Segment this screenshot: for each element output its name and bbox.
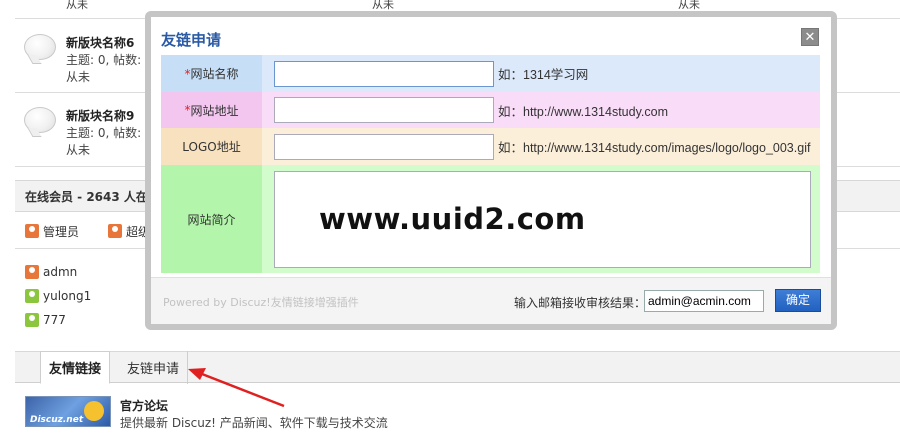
form-field: 如：1314学习网 <box>262 55 820 92</box>
username[interactable]: 777 <box>43 313 66 327</box>
super-mod-icon <box>108 224 122 238</box>
form-label: * 网站地址 <box>161 92 262 128</box>
tab-label: 友情链接 <box>49 362 102 377</box>
forum-stats: 主题: 0, 帖数: 0 <box>66 126 153 140</box>
link-apply-dialog: 友链申请 ✕ * 网站名称 如：1314学习网 * 网站地址 如：http://… <box>145 11 837 330</box>
email-label: 输入邮箱接收审核结果： <box>514 296 647 310</box>
forum-bubble-icon <box>24 107 56 133</box>
role-label: 管理员 <box>43 224 80 239</box>
red-arrow-annotation <box>188 368 285 408</box>
username[interactable]: admn <box>43 265 77 279</box>
form-label: * 网站名称 <box>161 55 262 92</box>
role-legend-item: 超级 <box>108 222 150 240</box>
online-members-title: 在线会员 - 2643 人在 <box>25 190 148 204</box>
watermark-text: www.uuid2.com <box>319 202 586 236</box>
email-input[interactable] <box>644 290 764 312</box>
logo-text: Discuz.net <box>30 415 84 425</box>
form-field: 如：http://www.1314study.com/images/logo/l… <box>262 128 820 165</box>
site-name-hint: 如：1314学习网 <box>498 68 589 82</box>
links-tab-bar: 友情链接 友链申请 <box>15 351 900 384</box>
sun-icon <box>84 401 104 421</box>
admin-user-icon <box>25 265 39 279</box>
confirm-button[interactable]: 确定 <box>775 289 821 312</box>
forum-last-post: 从未 <box>66 143 91 157</box>
form-field: 如：http://www.1314study.com <box>262 92 820 128</box>
form-row-site-desc: 网站简介 www.uuid2.com <box>161 165 820 273</box>
logo-url-input[interactable] <box>274 133 494 160</box>
label-text: 网站名称 <box>190 67 239 81</box>
online-user[interactable]: yulong1 <box>25 287 91 305</box>
dialog-title: 友链申请 <box>161 31 222 49</box>
member-icon <box>25 313 39 327</box>
online-user[interactable]: admn <box>25 263 77 281</box>
dialog-footer: Powered by Discuz!友情链接增强插件 输入邮箱接收审核结果： 确… <box>151 277 831 324</box>
tab-friend-links[interactable]: 友情链接 <box>40 351 111 384</box>
form-label: LOGO地址 <box>161 128 262 165</box>
role-legend-item: 管理员 <box>25 222 79 240</box>
discuz-logo[interactable]: Discuz.net <box>25 396 111 427</box>
logo-url-hint: 如：http://www.1314study.com/images/logo/l… <box>498 141 811 155</box>
username[interactable]: yulong1 <box>43 289 91 303</box>
link-site-desc: 提供最新 Discuz! 产品新闻、软件下载与技术交流 <box>120 416 388 430</box>
label-text: 网站地址 <box>190 103 239 118</box>
forum-name[interactable]: 新版块名称9 <box>66 107 134 124</box>
powered-by-text: Powered by Discuz!友情链接增强插件 <box>163 296 359 309</box>
site-desc-textarea[interactable]: www.uuid2.com <box>274 170 811 268</box>
tab-link-apply[interactable]: 友链申请 <box>119 351 189 384</box>
admin-user-icon <box>25 224 39 238</box>
member-icon <box>25 289 39 303</box>
tab-label: 友链申请 <box>127 362 180 377</box>
form-row-logo-url: LOGO地址 如：http://www.1314study.com/images… <box>161 128 820 165</box>
site-url-hint: 如：http://www.1314study.com <box>498 104 668 119</box>
link-site-name[interactable]: 官方论坛 <box>120 397 168 414</box>
label-text: LOGO地址 <box>182 140 241 154</box>
form-row-site-url: * 网站地址 如：http://www.1314study.com <box>161 92 820 128</box>
form-row-site-name: * 网站名称 如：1314学习网 <box>161 55 820 92</box>
forum-last-post: 从未 <box>66 0 88 11</box>
form-field: www.uuid2.com <box>262 165 820 273</box>
close-icon[interactable]: ✕ <box>801 28 819 46</box>
forum-last-post: 从未 <box>66 70 91 84</box>
forum-stats: 主题: 0, 帖数: 0 <box>66 53 153 67</box>
form-label: 网站简介 <box>161 165 262 273</box>
label-text: 网站简介 <box>187 212 236 227</box>
online-user[interactable]: 777 <box>25 311 66 329</box>
site-name-input[interactable] <box>274 60 494 87</box>
forum-bubble-icon <box>24 34 56 60</box>
site-url-input[interactable] <box>274 97 494 123</box>
forum-name[interactable]: 新版块名称6 <box>66 34 134 51</box>
